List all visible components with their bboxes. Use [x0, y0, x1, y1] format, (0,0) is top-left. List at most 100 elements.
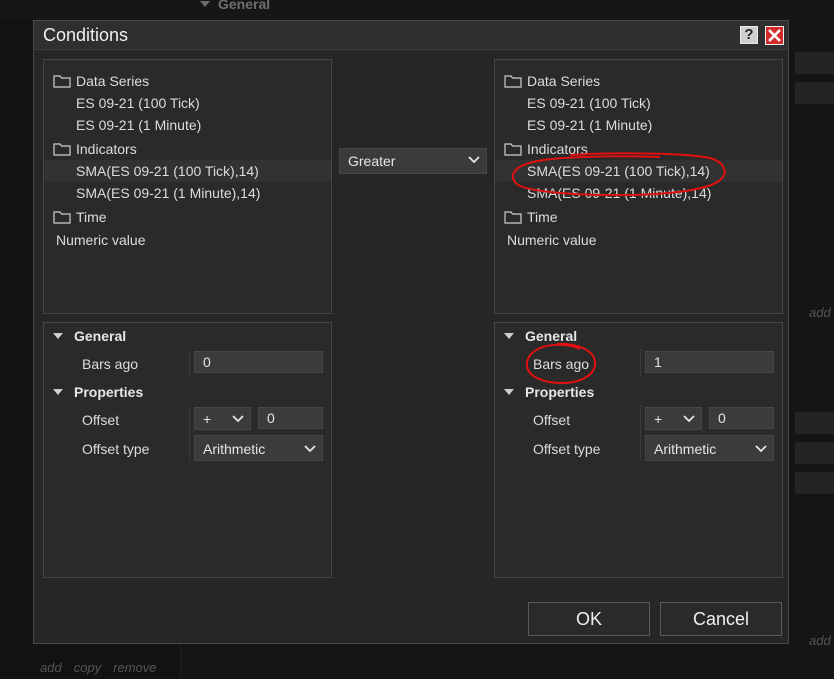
tree-folder-data-series[interactable]: Data Series — [495, 70, 782, 92]
tree-item-label: SMA(ES 09-21 (100 Tick),14) — [527, 163, 710, 179]
tree-folder-label: Time — [527, 209, 558, 225]
folder-icon — [504, 143, 522, 156]
tree-folder-data-series[interactable]: Data Series — [44, 70, 331, 92]
folder-icon — [504, 211, 522, 224]
offset-sign-select[interactable]: + — [194, 407, 251, 430]
background-row — [795, 52, 834, 74]
background-general-label: General — [218, 0, 271, 12]
tree-item-label: ES 09-21 (1 Minute) — [527, 117, 653, 133]
tree-item-series[interactable]: ES 09-21 (100 Tick) — [495, 92, 782, 114]
general-section-header[interactable]: General — [525, 328, 577, 344]
offset-type-label: Offset type — [82, 441, 150, 457]
folder-icon — [53, 211, 71, 224]
background-row — [795, 82, 834, 104]
tree-item-label: SMA(ES 09-21 (100 Tick),14) — [76, 163, 259, 179]
collapse-triangle-icon[interactable] — [504, 333, 514, 339]
bars-ago-label: Bars ago — [82, 356, 139, 372]
offset-label: Offset — [533, 412, 571, 428]
ok-button[interactable]: OK — [528, 602, 650, 636]
close-icon — [768, 29, 781, 42]
offset-type-value: Arithmetic — [203, 441, 266, 457]
bars-ago-label: Bars ago — [533, 356, 590, 372]
chevron-down-icon — [468, 156, 480, 164]
tree-folder-time[interactable]: Time — [44, 206, 331, 228]
conditions-dialog: Conditions ? Data Series ES 09-21 (100 T… — [33, 20, 789, 644]
general-section-header[interactable]: General — [74, 328, 126, 344]
tree-item-indicator[interactable]: SMA(ES 09-21 (1 Minute),14) — [495, 182, 782, 204]
background-row — [795, 472, 834, 494]
tree-item-series[interactable]: ES 09-21 (100 Tick) — [44, 92, 331, 114]
tree-item-indicator[interactable]: SMA(ES 09-21 (1 Minute),14) — [44, 182, 331, 204]
tree-folder-label: Data Series — [76, 73, 150, 89]
tree-item-indicator-selected[interactable]: SMA(ES 09-21 (100 Tick),14) — [44, 160, 331, 182]
footer-copy-link[interactable]: copy — [74, 660, 101, 675]
tree-folder-indicators[interactable]: Indicators — [495, 138, 782, 160]
footer-add-link[interactable]: add — [40, 660, 62, 675]
dialog-title: Conditions — [43, 25, 129, 45]
help-button[interactable]: ? — [740, 26, 758, 44]
footer-remove-link[interactable]: remove — [113, 660, 156, 675]
tree-item-series[interactable]: ES 09-21 (1 Minute) — [495, 114, 782, 136]
tree-folder-indicators[interactable]: Indicators — [44, 138, 331, 160]
property-divider — [640, 349, 641, 377]
offset-type-select[interactable]: Arithmetic — [194, 435, 323, 461]
background-top-strip — [0, 0, 834, 20]
properties-section-header[interactable]: Properties — [525, 384, 594, 400]
background-footer-actions: add copy remove — [40, 660, 157, 675]
tree-folder-label: Data Series — [527, 73, 601, 89]
offset-type-label: Offset type — [533, 441, 601, 457]
offset-sign-value: + — [654, 411, 663, 427]
chevron-down-icon — [304, 445, 316, 453]
offset-sign-value: + — [203, 411, 212, 427]
offset-value-input[interactable]: 0 — [258, 407, 323, 429]
tree-folder-label: Indicators — [527, 141, 588, 157]
folder-icon — [53, 75, 71, 88]
right-properties-grid: General Bars ago 1 Properties Offset + 0… — [494, 322, 783, 578]
background-row — [795, 412, 834, 434]
tree-item-series[interactable]: ES 09-21 (1 Minute) — [44, 114, 331, 136]
tree-item-numeric-value[interactable]: Numeric value — [495, 229, 782, 251]
left-properties-grid: General Bars ago 0 Properties Offset + 0… — [43, 322, 332, 578]
cancel-button[interactable]: Cancel — [660, 602, 782, 636]
left-operand-tree: Data Series ES 09-21 (100 Tick) ES 09-21… — [43, 59, 332, 314]
background-add-link[interactable]: add — [809, 633, 831, 648]
tree-item-indicator-selected[interactable]: SMA(ES 09-21 (100 Tick),14) — [495, 160, 782, 182]
folder-icon — [53, 143, 71, 156]
collapse-triangle-icon[interactable] — [53, 333, 63, 339]
folder-icon — [504, 75, 522, 88]
tree-item-label: ES 09-21 (1 Minute) — [76, 117, 202, 133]
tree-item-label: SMA(ES 09-21 (1 Minute),14) — [76, 185, 261, 201]
dialog-titlebar[interactable]: Conditions ? — [34, 21, 788, 50]
chevron-down-icon — [755, 445, 767, 453]
property-divider — [189, 349, 190, 377]
right-operand-tree: Data Series ES 09-21 (100 Tick) ES 09-21… — [494, 59, 783, 314]
tree-item-label: Numeric value — [507, 232, 597, 248]
operator-value: Greater — [348, 153, 396, 169]
tree-folder-label: Indicators — [76, 141, 137, 157]
chevron-down-icon — [683, 415, 695, 423]
offset-type-value: Arithmetic — [654, 441, 717, 457]
tree-item-label: Numeric value — [56, 232, 146, 248]
collapse-triangle-icon[interactable] — [504, 389, 514, 395]
chevron-down-icon — [232, 415, 244, 423]
properties-section-header[interactable]: Properties — [74, 384, 143, 400]
offset-type-select[interactable]: Arithmetic — [645, 435, 774, 461]
tree-folder-time[interactable]: Time — [495, 206, 782, 228]
offset-sign-select[interactable]: + — [645, 407, 702, 430]
collapse-triangle-icon — [200, 1, 210, 7]
background-general-section: General — [200, 0, 270, 12]
property-divider — [189, 405, 190, 461]
collapse-triangle-icon[interactable] — [53, 389, 63, 395]
bars-ago-input[interactable]: 0 — [194, 351, 323, 373]
tree-item-label: SMA(ES 09-21 (1 Minute),14) — [527, 185, 712, 201]
tree-folder-label: Time — [76, 209, 107, 225]
close-button[interactable] — [765, 26, 784, 45]
background-add-link[interactable]: add — [809, 305, 831, 320]
offset-value-input[interactable]: 0 — [709, 407, 774, 429]
offset-label: Offset — [82, 412, 120, 428]
tree-item-numeric-value[interactable]: Numeric value — [44, 229, 331, 251]
tree-item-label: ES 09-21 (100 Tick) — [76, 95, 200, 111]
property-divider — [640, 405, 641, 461]
operator-select[interactable]: Greater — [339, 148, 487, 174]
bars-ago-input[interactable]: 1 — [645, 351, 774, 373]
